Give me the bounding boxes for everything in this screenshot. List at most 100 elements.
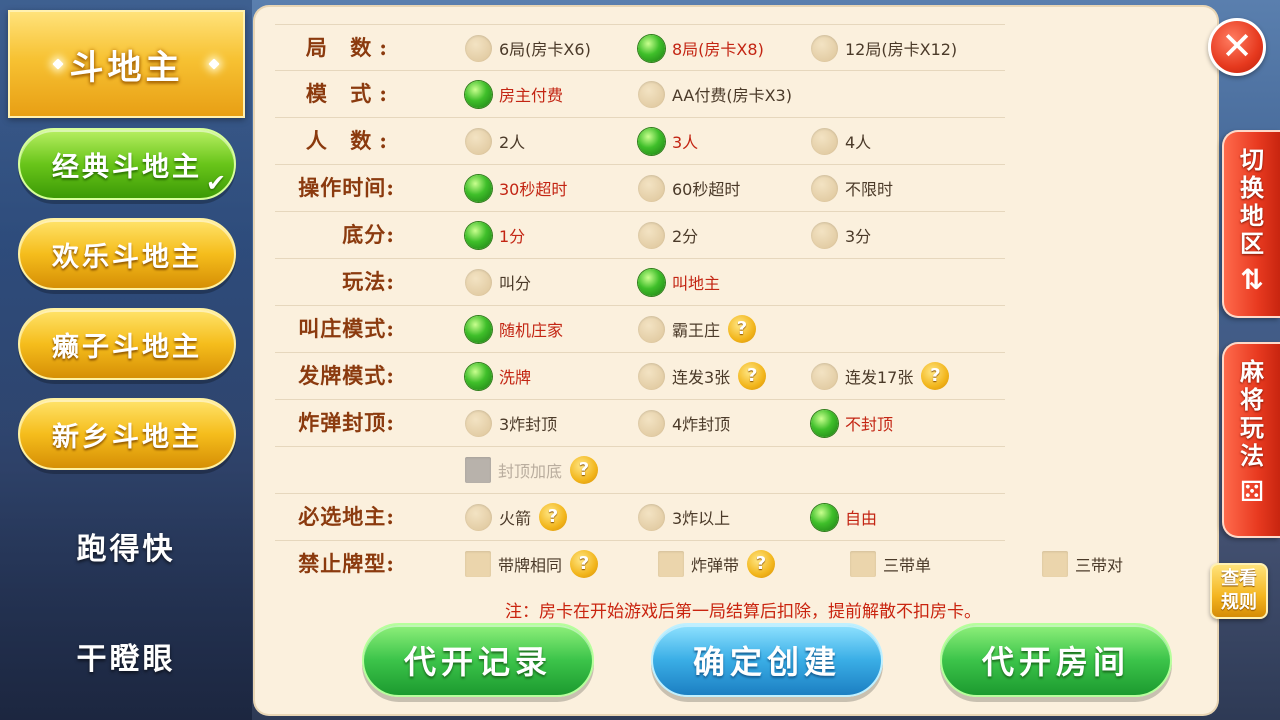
- checkbox-disabled-icon: [465, 457, 491, 483]
- checkbox-three-with-pair[interactable]: 三带对: [1042, 550, 1123, 578]
- checkbox-bomb-with-kicker[interactable]: 炸弹带 ?: [658, 550, 776, 578]
- game-gandengyan[interactable]: 干瞪眼: [0, 626, 252, 686]
- radio-icon: [638, 409, 665, 437]
- proxy-room-button[interactable]: 代开房间: [940, 623, 1172, 697]
- radio-selected-icon: [811, 503, 838, 531]
- option-rocket[interactable]: 火箭 ?: [465, 503, 568, 531]
- switch-region-text: 切换地区: [1240, 145, 1264, 258]
- variant-list: 经典斗地主 ✔ 欢乐斗地主 癞子斗地主 新乡斗地主: [18, 128, 238, 488]
- option-no-cap[interactable]: 不封顶: [811, 409, 893, 437]
- question-icon[interactable]: ?: [728, 315, 757, 343]
- option-3-bombs-up[interactable]: 3炸以上: [638, 503, 730, 531]
- option-12-rounds[interactable]: 12局(房卡X12): [811, 34, 957, 62]
- question-icon[interactable]: ?: [738, 362, 767, 390]
- variant-happy-doudizhu[interactable]: 欢乐斗地主: [18, 218, 236, 290]
- option-base-1[interactable]: 1分: [465, 221, 525, 249]
- mahjong-label: 麻将玩法: [1239, 358, 1265, 470]
- category-header-doudizhu[interactable]: 斗地主: [8, 10, 245, 118]
- row-label: 炸弹封顶:: [298, 410, 395, 435]
- row-mode: 模 式: 房主付费 AA付费(房卡X3): [275, 71, 1005, 118]
- row-label: 玩法:: [342, 269, 395, 294]
- row-label: 叫庄模式:: [298, 316, 395, 341]
- option-shuffle[interactable]: 洗牌: [465, 362, 531, 390]
- checkbox-icon: [850, 551, 876, 577]
- option-host-pays[interactable]: 房主付费: [465, 80, 563, 108]
- option-cap-4-bombs[interactable]: 4炸封顶: [638, 409, 730, 437]
- option-bid-score[interactable]: 叫分: [465, 268, 531, 296]
- row-label: 操作时间:: [298, 175, 395, 200]
- radio-icon: [811, 174, 838, 202]
- variant-classic-doudizhu[interactable]: 经典斗地主 ✔: [18, 128, 236, 200]
- radio-selected-icon: [811, 409, 838, 437]
- row-label: 必选地主:: [298, 504, 395, 529]
- option-8-rounds[interactable]: 8局(房卡X8): [638, 34, 764, 62]
- option-free[interactable]: 自由: [811, 503, 877, 531]
- question-icon[interactable]: ?: [539, 503, 568, 531]
- checkbox-same-kickers[interactable]: 带牌相同 ?: [465, 550, 599, 578]
- row-play-style: 玩法: 叫分 叫地主: [275, 259, 1005, 306]
- radio-icon: [811, 362, 838, 390]
- option-6-rounds[interactable]: 6局(房卡X6): [465, 34, 591, 62]
- radio-selected-icon: [638, 34, 665, 62]
- radio-icon: [465, 409, 492, 437]
- option-deal-3[interactable]: 连发3张 ?: [638, 362, 767, 390]
- radio-selected-icon: [465, 221, 492, 249]
- option-call-landlord[interactable]: 叫地主: [638, 268, 720, 296]
- checkbox-icon: [1042, 551, 1068, 577]
- radio-icon: [638, 362, 665, 390]
- option-base-3[interactable]: 3分: [811, 221, 871, 249]
- row-action-time: 操作时间: 30秒超时 60秒超时 不限时: [275, 165, 1005, 212]
- checkmark-icon: ✔: [206, 169, 230, 197]
- question-icon[interactable]: ?: [570, 550, 599, 578]
- radio-icon: [638, 80, 665, 108]
- question-icon[interactable]: ?: [921, 362, 950, 390]
- row-cap-extra: 封顶加底 ?: [275, 447, 1005, 494]
- option-random-banker[interactable]: 随机庄家: [465, 315, 563, 343]
- radio-icon: [465, 34, 492, 62]
- room-card-note: 注：房卡在开始游戏后第一局结算后扣除，提前解散不扣房卡。: [505, 602, 981, 622]
- row-label: 禁止牌型:: [298, 551, 395, 576]
- radio-selected-icon: [465, 315, 492, 343]
- sparkle-icon: [52, 58, 64, 70]
- row-banned-patterns: 禁止牌型: 带牌相同 ? 炸弹带 ? 三带单 三带对: [275, 541, 1175, 588]
- close-icon[interactable]: ✕: [1208, 18, 1266, 76]
- switch-region-label: 切换地区: [1239, 146, 1265, 258]
- option-no-time-limit[interactable]: 不限时: [811, 174, 893, 202]
- view-rules-text: 查看规则: [1221, 568, 1257, 613]
- checkbox-cap-add-base[interactable]: 封顶加底 ?: [465, 456, 599, 484]
- proxy-records-button[interactable]: 代开记录: [362, 623, 594, 697]
- row-base-score: 底分: 1分 2分 3分: [275, 212, 1005, 259]
- variant-xinxiang-doudizhu[interactable]: 新乡斗地主: [18, 398, 236, 470]
- option-4-players[interactable]: 4人: [811, 127, 871, 155]
- row-label: 发牌模式:: [298, 363, 395, 388]
- radio-icon: [465, 503, 492, 531]
- question-icon[interactable]: ?: [570, 456, 599, 484]
- checkbox-three-with-single[interactable]: 三带单: [850, 550, 931, 578]
- confirm-create-button[interactable]: 确定创建: [651, 623, 883, 697]
- option-aa-pays[interactable]: AA付费(房卡X3): [638, 80, 792, 108]
- question-icon[interactable]: ?: [747, 550, 776, 578]
- row-label: 人 数:: [305, 128, 395, 153]
- option-overlord-banker[interactable]: 霸王庄 ?: [638, 315, 757, 343]
- row-deal-mode: 发牌模式: 洗牌 连发3张 ? 连发17张 ?: [275, 353, 1005, 400]
- option-60s-timeout[interactable]: 60秒超时: [638, 174, 740, 202]
- switch-region-tab[interactable]: 切换地区 ⇅: [1222, 130, 1280, 318]
- radio-selected-icon: [465, 80, 492, 108]
- radio-selected-icon: [638, 127, 665, 155]
- view-rules-button[interactable]: 查看规则: [1210, 563, 1268, 619]
- radio-icon: [465, 127, 492, 155]
- mahjong-play-tab[interactable]: 麻将玩法 ⚄: [1222, 342, 1280, 538]
- variant-laizi-doudizhu[interactable]: 癞子斗地主: [18, 308, 236, 380]
- game-sidebar: 斗地主 经典斗地主 ✔ 欢乐斗地主 癞子斗地主 新乡斗地主 跑得快 干瞪眼: [0, 0, 252, 720]
- option-30s-timeout[interactable]: 30秒超时: [465, 174, 567, 202]
- option-2-players[interactable]: 2人: [465, 127, 525, 155]
- radio-icon: [638, 221, 665, 249]
- option-base-2[interactable]: 2分: [638, 221, 698, 249]
- game-paodekuai[interactable]: 跑得快: [0, 516, 252, 576]
- radio-selected-icon: [465, 362, 492, 390]
- checkbox-icon: [658, 551, 684, 577]
- row-label: 模 式:: [305, 81, 395, 106]
- option-cap-3-bombs[interactable]: 3炸封顶: [465, 409, 557, 437]
- option-deal-17[interactable]: 连发17张 ?: [811, 362, 950, 390]
- option-3-players[interactable]: 3人: [638, 127, 698, 155]
